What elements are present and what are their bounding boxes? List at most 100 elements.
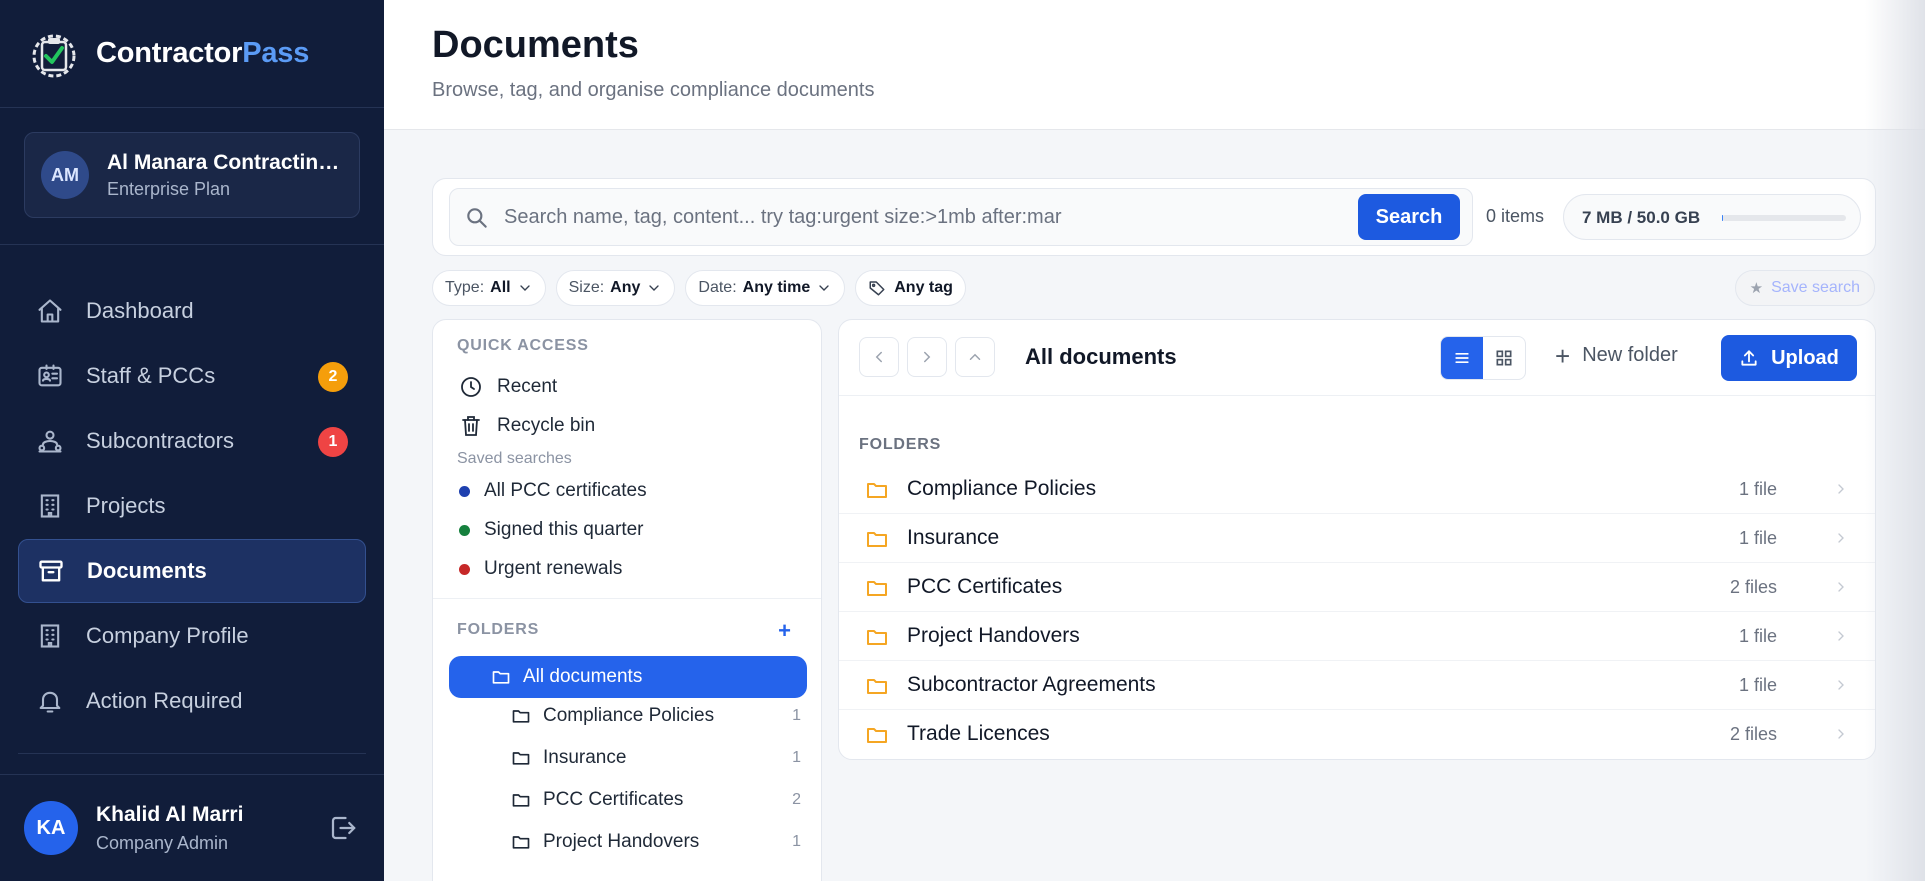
folder-icon xyxy=(867,581,887,596)
chevron-right-icon xyxy=(1838,631,1844,641)
up-button[interactable] xyxy=(955,337,995,377)
upload-icon xyxy=(1741,350,1757,366)
saved-search-dot xyxy=(459,524,470,536)
sidebar-item-projects[interactable]: Projects xyxy=(18,474,366,538)
main-content: Documents Browse, tag, and organise comp… xyxy=(384,0,1925,881)
search-bar: Search 0 items 7 MB / 50.0 GB xyxy=(432,178,1876,256)
sidebar-item-label: Company Profile xyxy=(86,623,249,648)
company-switcher[interactable]: AM Al Manara Contracting LLC Enterprise … xyxy=(24,132,360,218)
sidebar-item-documents[interactable]: Documents xyxy=(18,539,366,603)
quick-access-panel: QUICK ACCESS Recent Recycle bin Saved se… xyxy=(432,319,822,881)
folder-icon xyxy=(492,671,510,684)
company-name: Al Manara Contracting LLC xyxy=(107,150,347,174)
folder-icon xyxy=(512,794,530,807)
user-profile[interactable]: KA Khalid Al Marri Company Admin xyxy=(0,774,384,881)
saved-search-item[interactable]: Signed this quarter xyxy=(459,519,644,541)
quick-access-title: QUICK ACCESS xyxy=(457,337,589,354)
folder-name: Trade Licences xyxy=(907,722,1050,745)
sidebar-item-dashboard[interactable]: Dashboard xyxy=(18,279,366,343)
logout-icon[interactable] xyxy=(328,813,358,843)
add-folder-button[interactable]: + xyxy=(778,618,791,644)
folder-row[interactable]: Compliance Policies 1 file xyxy=(839,465,1875,514)
filter-type[interactable]: Type: All xyxy=(432,270,546,306)
tree-item-count: 1 xyxy=(792,833,801,850)
chevron-right-icon xyxy=(1838,533,1844,543)
building-icon xyxy=(40,624,60,648)
sidebar-item-subcontractors[interactable]: Subcontractors 1 xyxy=(18,409,366,473)
trash-icon xyxy=(462,416,480,436)
tree-item-count: 1 xyxy=(792,749,801,766)
archive-icon xyxy=(39,560,63,582)
new-folder-button[interactable]: + New folder xyxy=(1555,343,1678,369)
tag-icon xyxy=(869,281,885,296)
brand[interactable]: ContractorPass xyxy=(0,0,384,108)
filter-tag[interactable]: Any tag xyxy=(855,270,966,306)
avatar: KA xyxy=(24,801,78,855)
users-icon xyxy=(38,430,62,453)
storage-label: 7 MB / 50.0 GB xyxy=(1582,208,1701,227)
quick-access-recent[interactable]: Recent xyxy=(459,375,557,399)
subcontractor-count-badge: 1 xyxy=(318,427,348,457)
bell-icon xyxy=(39,691,61,713)
grid-icon xyxy=(1496,350,1512,366)
saved-search-dot xyxy=(459,563,470,575)
chevron-right-icon xyxy=(1838,582,1844,592)
page-subtitle: Browse, tag, and organise compliance doc… xyxy=(432,79,875,101)
sidebar-item-company-profile[interactable]: Company Profile xyxy=(18,604,366,668)
back-button[interactable] xyxy=(859,337,899,377)
forward-button[interactable] xyxy=(907,337,947,377)
quick-access-recycle-bin[interactable]: Recycle bin xyxy=(459,414,595,438)
file-explorer: All documents + New folder Upload FOLDERS… xyxy=(838,319,1876,760)
sidebar-item-action-required[interactable]: Action Required xyxy=(18,669,366,733)
search-input[interactable] xyxy=(504,197,1364,237)
chevron-right-icon xyxy=(1838,680,1844,690)
folder-icon xyxy=(512,836,530,849)
list-view-button[interactable] xyxy=(1441,337,1483,379)
folder-count: 1 file xyxy=(1738,528,1777,548)
folder-row[interactable]: Subcontractor Agreements 1 file xyxy=(839,661,1875,710)
chevron-right-icon xyxy=(924,351,931,363)
chevron-down-icon xyxy=(649,285,660,291)
filter-size[interactable]: Size: Any xyxy=(555,270,676,306)
chevron-right-icon xyxy=(1838,484,1844,494)
staff-count-badge: 2 xyxy=(318,362,348,392)
tree-item-all-documents[interactable]: All documents xyxy=(449,656,807,698)
folder-row[interactable]: Trade Licences 2 files xyxy=(839,710,1875,759)
user-role: Company Admin xyxy=(96,832,229,853)
tree-item-count: 2 xyxy=(792,791,801,808)
folder-count: 1 file xyxy=(1738,479,1777,499)
company-plan: Enterprise Plan xyxy=(107,178,231,199)
folder-count: 1 file xyxy=(1738,675,1777,695)
company-avatar: AM xyxy=(41,151,89,199)
folder-name: Subcontractor Agreements xyxy=(907,673,1156,696)
saved-search-item[interactable]: Urgent renewals xyxy=(459,558,622,580)
folder-tree-title: FOLDERS xyxy=(457,621,540,638)
filter-date[interactable]: Date: Any time xyxy=(685,270,846,306)
folder-row[interactable]: Project Handovers 1 file xyxy=(839,612,1875,661)
sidebar-item-label: Dashboard xyxy=(86,298,194,323)
save-search-button[interactable]: ★ Save search xyxy=(1734,270,1875,306)
folder-icon xyxy=(512,752,530,765)
folder-row[interactable]: PCC Certificates 2 files xyxy=(839,563,1875,612)
sidebar-item-label: Documents xyxy=(87,558,207,583)
storage-usage: 7 MB / 50.0 GB xyxy=(1563,194,1861,240)
tree-item[interactable]: PCC Certificates 2 xyxy=(511,789,801,811)
upload-button[interactable]: Upload xyxy=(1721,335,1857,381)
folder-row[interactable]: Insurance 1 file xyxy=(839,514,1875,563)
tree-item[interactable]: Project Handovers 1 xyxy=(511,831,801,853)
sidebar-item-label: Projects xyxy=(86,493,166,518)
chevron-right-icon xyxy=(1838,729,1844,739)
tree-item[interactable]: Insurance 1 xyxy=(511,747,801,769)
search-button[interactable]: Search xyxy=(1358,194,1460,240)
sidebar-item-staff-pccs[interactable]: Staff & PCCs 2 xyxy=(18,344,366,408)
folder-icon xyxy=(512,710,530,723)
search-icon xyxy=(467,208,487,228)
tree-item[interactable]: Compliance Policies 1 xyxy=(511,705,801,727)
panel-divider xyxy=(433,598,821,599)
folder-count: 1 file xyxy=(1738,626,1777,646)
folder-count: 2 files xyxy=(1729,577,1777,597)
grid-view-button[interactable] xyxy=(1483,337,1525,379)
chevron-down-icon xyxy=(519,285,530,291)
folder-icon xyxy=(867,483,887,498)
saved-search-item[interactable]: All PCC certificates xyxy=(459,480,647,502)
